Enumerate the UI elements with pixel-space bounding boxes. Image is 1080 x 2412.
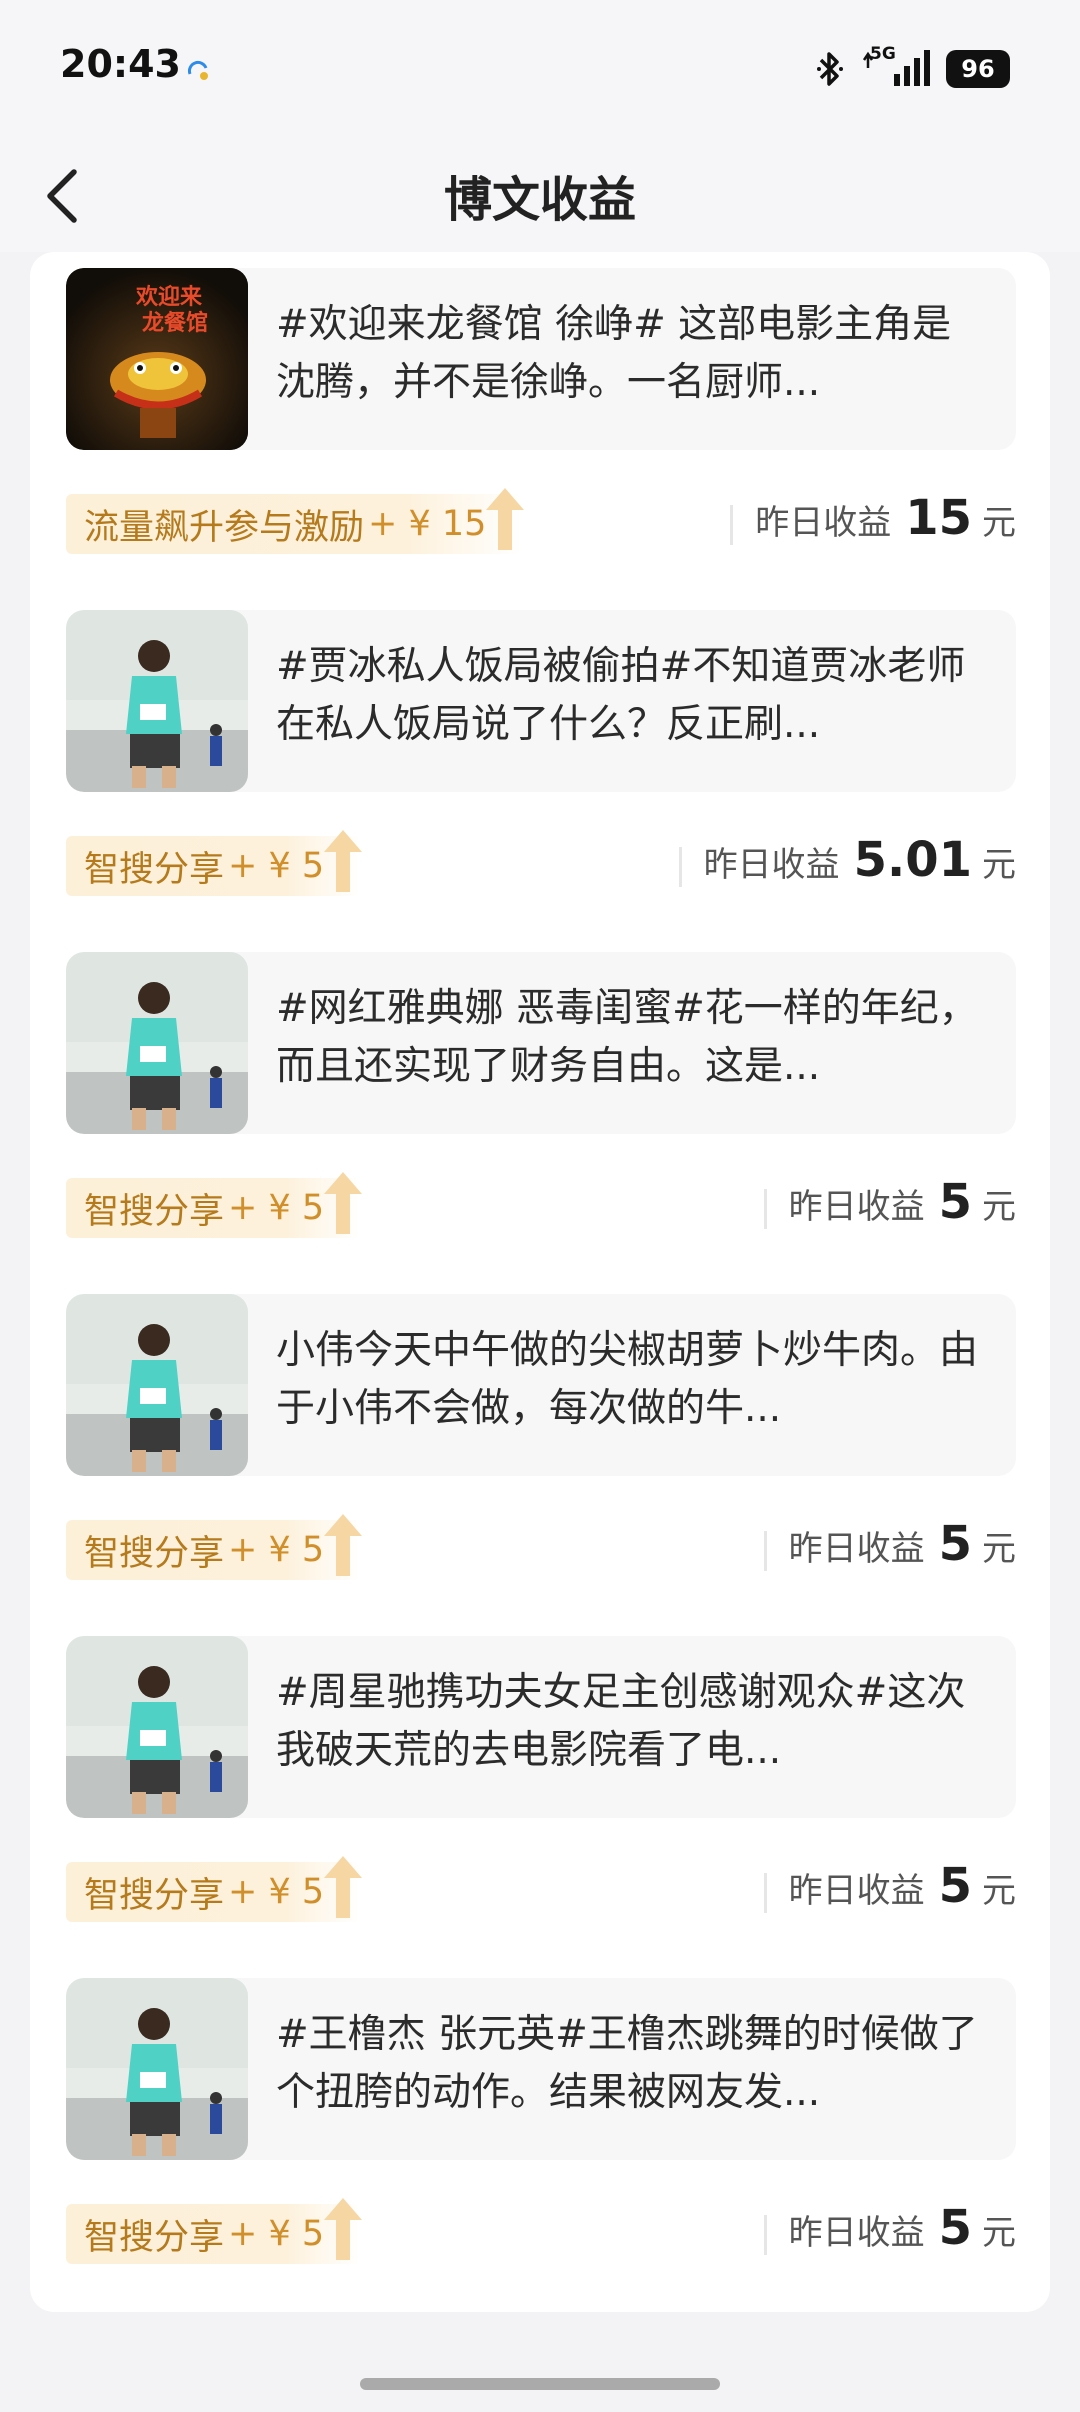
bluetooth-icon	[817, 52, 843, 86]
signal-icon	[862, 50, 930, 86]
earn-value: 5	[938, 2200, 972, 2256]
reward-badge: 智搜分享 + ¥ 5	[66, 1172, 363, 1238]
earn-unit: 元	[982, 1529, 1016, 1569]
reward-amount: + ¥ 5	[228, 2214, 325, 2254]
list-item: 欢迎来 龙餐馆 #欢迎来龙餐馆 徐峥# 这部电影主角是沈腾，并不是徐峥。一名厨师…	[66, 252, 1016, 592]
status-time: 20:43	[60, 42, 181, 86]
post-thumbnail	[66, 1294, 248, 1476]
post-card[interactable]: 欢迎来 龙餐馆 #欢迎来龙餐馆 徐峥# 这部电影主角是沈腾，并不是徐峥。一名厨师…	[66, 268, 1016, 450]
reward-label: 智搜分享	[84, 849, 225, 890]
earn-value: 5	[938, 1174, 972, 1230]
reward-label: 智搜分享	[84, 1875, 225, 1916]
post-card[interactable]: #贾冰私人饭局被偷拍#不知道贾冰老师在私人饭局说了什么？反正刷...	[66, 610, 1016, 792]
reward-amount: + ¥ 5	[228, 846, 325, 886]
earn-unit: 元	[982, 1187, 1016, 1227]
page-title: 博文收益	[443, 172, 636, 228]
earn-value: 15	[905, 490, 972, 546]
post-thumbnail	[66, 952, 248, 1134]
earnings-list: 欢迎来 龙餐馆 #欢迎来龙餐馆 徐峥# 这部电影主角是沈腾，并不是徐峥。一名厨师…	[30, 252, 1050, 2312]
earn-unit: 元	[982, 1871, 1016, 1911]
post-thumbnail	[66, 1978, 248, 2160]
up-arrow-icon	[324, 830, 363, 892]
up-arrow-icon	[324, 1856, 363, 1918]
earn-label: 昨日收益	[703, 845, 840, 885]
header: 博文收益	[0, 140, 1080, 252]
up-arrow-icon	[324, 1514, 363, 1576]
reward-label: 智搜分享	[84, 1533, 225, 1574]
list-item: #周星驰携功夫女足主创感谢观众#这次我破天荒的去电影院看了电... 智搜分享 +…	[66, 1620, 1016, 1960]
post-text: #周星驰携功夫女足主创感谢观众#这次我破天荒的去电影院看了电...	[276, 1670, 966, 1773]
earn-value: 5	[938, 1858, 972, 1914]
yesterday-earnings: 昨日收益 5 元	[763, 1858, 1016, 1928]
yesterday-earnings: 昨日收益 5 元	[763, 1516, 1016, 1586]
reward-badge: 智搜分享 + ¥ 5	[66, 830, 363, 896]
reward-badge: 智搜分享 + ¥ 5	[66, 2198, 363, 2264]
earn-label: 昨日收益	[788, 1871, 925, 1911]
post-card[interactable]: #网红雅典娜 恶毒闺蜜#花一样的年纪，而且还实现了财务自由。这是...	[66, 952, 1016, 1134]
battery-indicator: 96	[946, 50, 1010, 88]
earn-unit: 元	[982, 845, 1016, 885]
post-card[interactable]: #王橹杰 张元英#王橹杰跳舞的时候做了个扭胯的动作。结果被网友发...	[66, 1978, 1016, 2160]
list-item: 小伟今天中午做的尖椒胡萝卜炒牛肉。由于小伟不会做，每次做的牛... 智搜分享 +…	[66, 1278, 1016, 1618]
post-text: #网红雅典娜 恶毒闺蜜#花一样的年纪，而且还实现了财务自由。这是...	[276, 986, 978, 1089]
svg-text:龙餐馆: 龙餐馆	[142, 310, 208, 336]
reward-badge: 智搜分享 + ¥ 5	[66, 1856, 363, 1922]
list-item: #王橹杰 张元英#王橹杰跳舞的时候做了个扭胯的动作。结果被网友发... 智搜分享…	[66, 1962, 1016, 2302]
earn-label: 昨日收益	[788, 2213, 925, 2253]
post-thumbnail	[66, 610, 248, 792]
post-text: #欢迎来龙餐馆 徐峥# 这部电影主角是沈腾，并不是徐峥。一名厨师...	[276, 302, 952, 405]
list-item: #网红雅典娜 恶毒闺蜜#花一样的年纪，而且还实现了财务自由。这是... 智搜分享…	[66, 936, 1016, 1276]
post-card[interactable]: #周星驰携功夫女足主创感谢观众#这次我破天荒的去电影院看了电...	[66, 1636, 1016, 1818]
yesterday-earnings: 昨日收益 5 元	[763, 2200, 1016, 2270]
reward-amount: + ¥ 5	[228, 1530, 325, 1570]
post-text: 小伟今天中午做的尖椒胡萝卜炒牛肉。由于小伟不会做，每次做的牛...	[276, 1328, 979, 1431]
earn-value: 5	[938, 1516, 972, 1572]
reward-label: 流量飙升参与激励	[84, 507, 365, 548]
status-bar: 20:43 5G 96	[0, 0, 1080, 140]
yesterday-earnings: 昨日收益 15 元	[730, 490, 1016, 560]
yesterday-earnings: 昨日收益 5 元	[763, 1174, 1016, 1244]
reward-badge: 流量飙升参与激励 + ¥ 15	[66, 488, 525, 554]
post-thumbnail: 欢迎来 龙餐馆	[66, 268, 248, 450]
reward-amount: + ¥ 5	[228, 1188, 325, 1228]
up-arrow-icon	[324, 2198, 363, 2260]
post-text: #贾冰私人饭局被偷拍#不知道贾冰老师在私人饭局说了什么？反正刷...	[276, 644, 966, 747]
yesterday-earnings: 昨日收益 5.01 元	[678, 832, 1016, 902]
list-item: #贾冰私人饭局被偷拍#不知道贾冰老师在私人饭局说了什么？反正刷... 智搜分享 …	[66, 594, 1016, 934]
home-indicator[interactable]	[360, 2378, 720, 2390]
post-thumbnail	[66, 1636, 248, 1818]
up-arrow-icon	[324, 1172, 363, 1234]
reward-label: 智搜分享	[84, 2217, 225, 2258]
earn-value: 5.01	[853, 832, 972, 888]
earn-label: 昨日收益	[788, 1529, 925, 1569]
earn-label: 昨日收益	[788, 1187, 925, 1227]
earn-label: 昨日收益	[755, 503, 892, 543]
sync-cloud-icon	[187, 60, 208, 80]
reward-badge: 智搜分享 + ¥ 5	[66, 1514, 363, 1580]
earn-unit: 元	[982, 503, 1016, 543]
reward-label: 智搜分享	[84, 1191, 225, 1232]
reward-amount: + ¥ 15	[368, 504, 487, 544]
up-arrow-icon	[486, 488, 525, 550]
earn-unit: 元	[982, 2213, 1016, 2253]
post-text: #王橹杰 张元英#王橹杰跳舞的时候做了个扭胯的动作。结果被网友发...	[276, 2012, 978, 2115]
post-card[interactable]: 小伟今天中午做的尖椒胡萝卜炒牛肉。由于小伟不会做，每次做的牛...	[66, 1294, 1016, 1476]
svg-text:欢迎来: 欢迎来	[135, 284, 203, 310]
reward-amount: + ¥ 5	[228, 1872, 325, 1912]
